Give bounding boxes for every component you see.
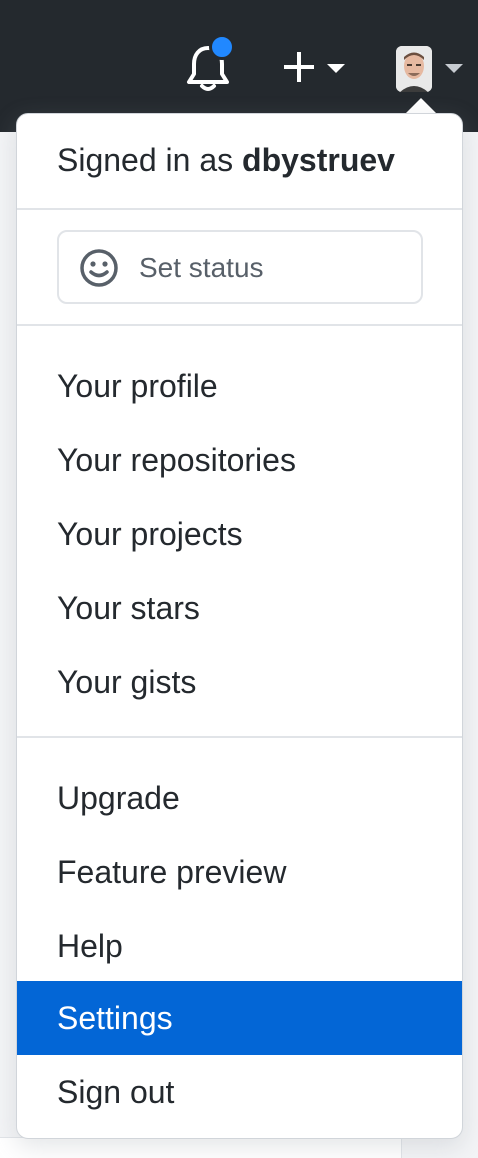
dropdown-pointer [405, 98, 437, 114]
menu-item-your-projects[interactable]: Your projects [17, 497, 462, 571]
chevron-down-icon[interactable] [327, 64, 345, 73]
avatar[interactable] [396, 46, 432, 92]
avatar-image [396, 46, 432, 92]
divider [17, 208, 462, 210]
menu-item-settings[interactable]: Settings [17, 981, 462, 1055]
username: dbystruev [242, 142, 395, 178]
menu-item-your-gists[interactable]: Your gists [17, 645, 462, 719]
set-status-label: Set status [139, 252, 264, 283]
menu-item-your-stars[interactable]: Your stars [17, 571, 462, 645]
menu-item-sign-out[interactable]: Sign out [17, 1055, 462, 1129]
divider [17, 736, 462, 738]
signed-in-prefix: Signed in as [57, 142, 234, 178]
smiley-icon [80, 249, 118, 287]
background-content [0, 1137, 402, 1158]
menu-item-feature-preview[interactable]: Feature preview [17, 835, 462, 909]
divider [17, 324, 462, 326]
set-status-button[interactable]: Set status [57, 230, 423, 304]
signed-in-header: Signed in as dbystruev [57, 142, 395, 179]
chevron-down-icon[interactable] [445, 64, 463, 73]
plus-icon[interactable] [282, 50, 316, 84]
menu-item-your-repositories[interactable]: Your repositories [17, 423, 462, 497]
notification-indicator [209, 34, 235, 60]
user-dropdown-menu: Signed in as dbystruev Set status Your p… [16, 113, 463, 1139]
menu-item-help[interactable]: Help [17, 909, 462, 983]
menu-item-upgrade[interactable]: Upgrade [17, 761, 462, 835]
menu-item-your-profile[interactable]: Your profile [17, 349, 462, 423]
